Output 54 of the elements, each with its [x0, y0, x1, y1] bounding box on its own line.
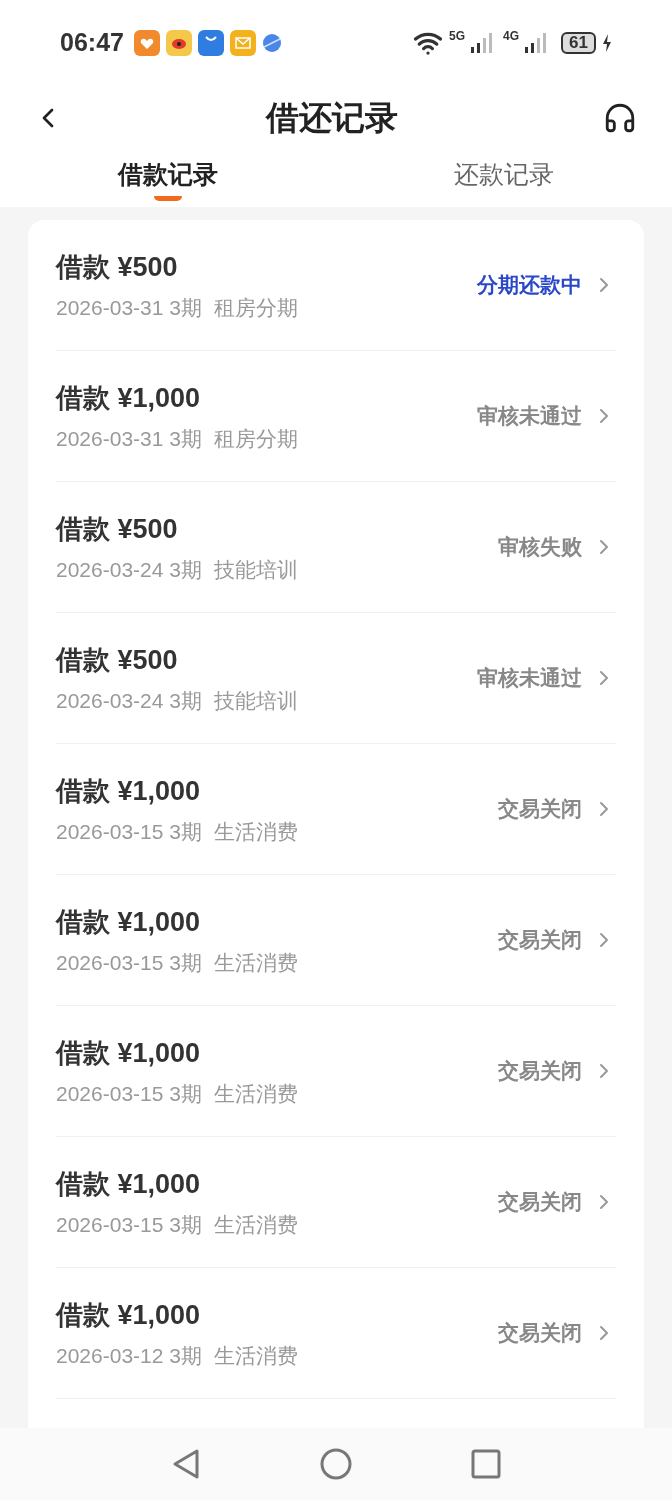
loan-details: 2026-03-15 3期 生活消费	[56, 949, 298, 976]
battery-level: 61	[561, 31, 596, 54]
record-row[interactable]: 借款 ¥500 2026-03-24 3期 技能培训 审核失败	[56, 482, 616, 613]
signal-icon	[471, 32, 494, 53]
loan-details: 2026-03-24 3期 技能培训	[56, 687, 298, 714]
mail-app-icon	[229, 29, 256, 56]
record-row[interactable]: 借款 ¥1,000 2026-03-12 3期 生活消费 交易关闭	[56, 1268, 616, 1399]
loan-details: 2026-03-24 3期 技能培训	[56, 556, 298, 583]
loan-details: 2026-03-31 3期 租房分期	[56, 294, 298, 321]
signal-icon	[525, 32, 548, 53]
heart-app-icon	[133, 29, 160, 56]
loan-details: 2026-03-12 3期 生活消费	[56, 1342, 298, 1369]
page-title: 借还记录	[266, 97, 398, 138]
loan-amount: 借款 ¥1,000	[56, 382, 202, 415]
charging-icon	[602, 33, 612, 52]
loan-amount: 借款 ¥500	[56, 644, 179, 677]
record-row[interactable]: 借款 ¥1,000 2026-03-15 3期 生活消费 交易关闭	[56, 744, 616, 875]
tab[interactable]: 还款记录	[336, 150, 672, 207]
clock-time: 06:47	[60, 26, 124, 58]
loan-details: 2026-03-15 3期 生活消费	[56, 1211, 298, 1238]
loan-status: 审核未通过	[477, 403, 582, 430]
loan-status: 交易关闭	[498, 796, 582, 823]
loan-amount: 借款 ¥1,000	[56, 906, 202, 939]
loan-amount: 借款 ¥1,000	[56, 1037, 202, 1070]
loan-amount: 借款 ¥500	[56, 513, 179, 546]
square-icon	[471, 1449, 501, 1479]
network-label: 4G	[503, 29, 520, 42]
loan-amount: 借款 ¥1,000	[56, 1299, 202, 1332]
loan-status: 交易关闭	[498, 927, 582, 954]
loan-status: 分期还款中	[477, 272, 582, 299]
loan-details: 2026-03-31 3期 租房分期	[56, 425, 298, 452]
record-row[interactable]: 借款 ¥1,000 2026-03-15 3期 生活消费 交易关闭	[56, 1137, 616, 1268]
network-label: 5G	[449, 29, 466, 42]
loan-amount: 借款 ¥500	[56, 251, 179, 284]
loan-status: 审核未通过	[477, 665, 582, 692]
loan-amount: 借款 ¥1,000	[56, 775, 202, 808]
triangle-icon	[171, 1448, 201, 1480]
circle-icon	[320, 1448, 352, 1480]
loan-status: 交易关闭	[498, 1189, 582, 1216]
planet-app-icon	[261, 32, 282, 53]
loan-status: 交易关闭	[498, 1058, 582, 1085]
record-row[interactable]: 借款 ¥1,000 2026-03-15 3期 生活消费 交易关闭	[56, 1006, 616, 1137]
record-row[interactable]: 借款 ¥1,000 2026-03-31 3期 租房分期 审核未通过	[56, 351, 616, 482]
record-row[interactable]: 借款 ¥500 2026-03-31 3期 租房分期 分期还款中	[56, 220, 616, 351]
loan-status: 交易关闭	[498, 1320, 582, 1347]
loan-amount: 借款 ¥1,000	[56, 1168, 202, 1201]
record-row[interactable]: 借款 ¥500 2026-03-24 3期 技能培训 审核未通过	[56, 613, 616, 744]
loan-details: 2026-03-15 3期 生活消费	[56, 1080, 298, 1107]
loan-details: 2026-03-15 3期 生活消费	[56, 818, 298, 845]
bag-app-icon	[197, 29, 224, 56]
eye-app-icon	[165, 29, 192, 56]
tab[interactable]: 借款记录	[0, 150, 336, 207]
record-row[interactable]: 借款 ¥1,000 2026-03-15 3期 生活消费 交易关闭	[56, 875, 616, 1006]
loan-status: 审核失败	[498, 534, 582, 561]
